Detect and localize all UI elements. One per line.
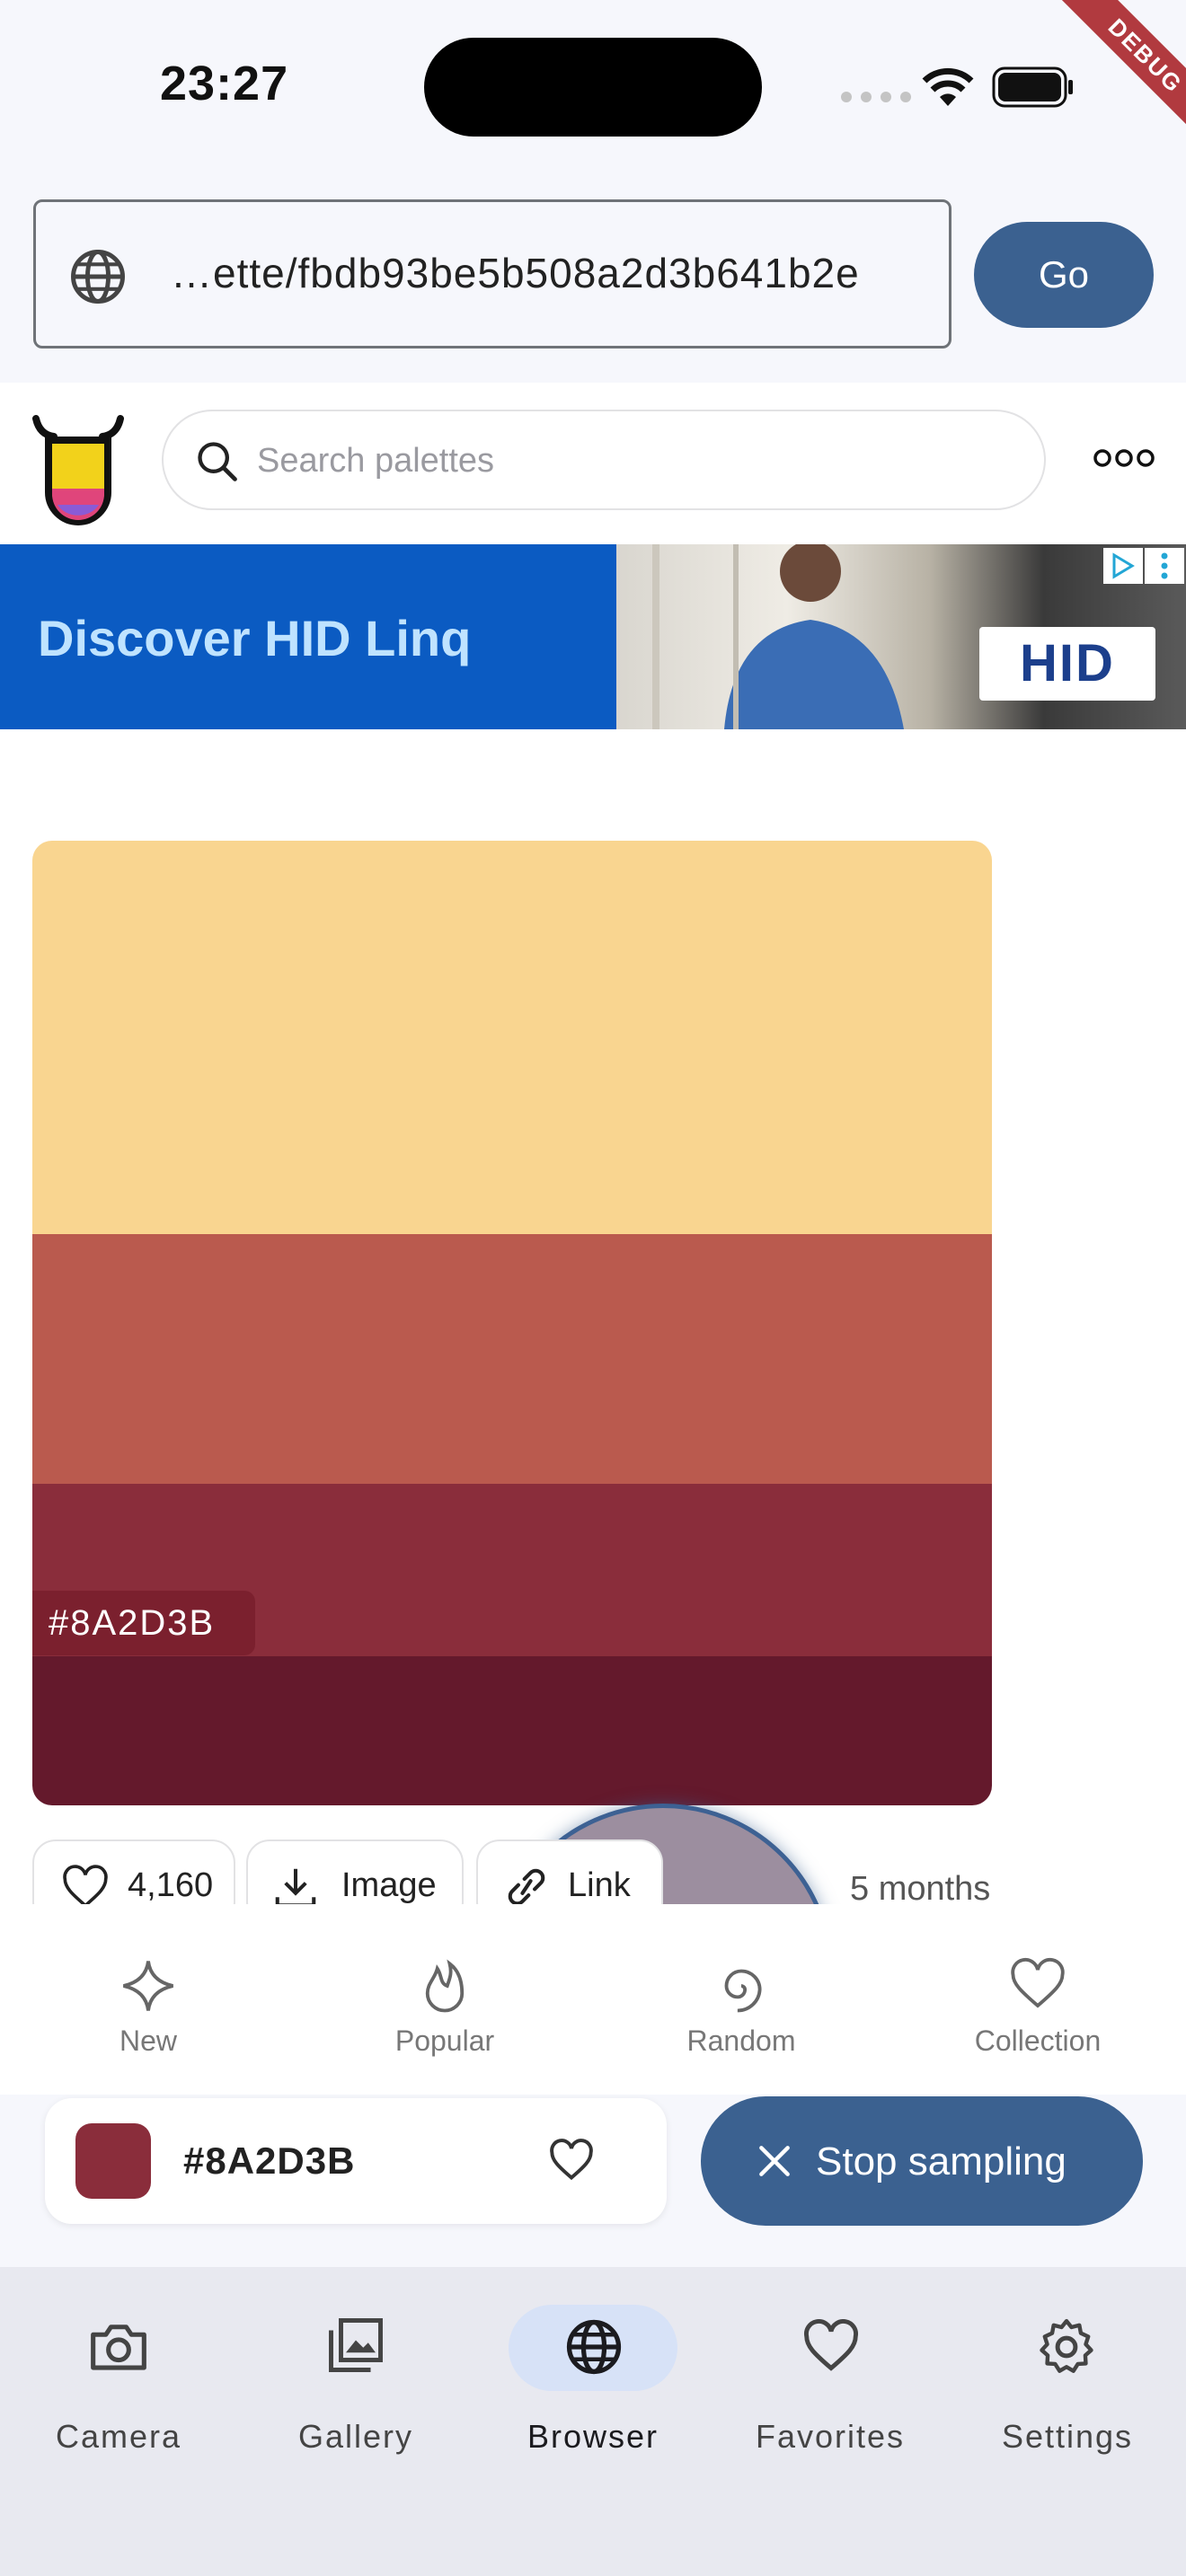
palette-search-input[interactable]: Search palettes <box>162 410 1046 510</box>
download-image-button[interactable]: Image <box>246 1839 464 1913</box>
webview: Search palettes Discover HID Linq HID #8… <box>0 383 1186 1913</box>
favorite-icon[interactable] <box>548 2138 595 2183</box>
tab-random[interactable]: Random <box>593 1904 890 2095</box>
copy-link-button[interactable]: Link <box>476 1839 663 1913</box>
gear-icon <box>1040 2318 1093 2373</box>
nav-gallery[interactable]: Gallery <box>237 2267 474 2483</box>
status-time: 23:27 <box>160 57 289 110</box>
tab-label: Random <box>686 2025 796 2057</box>
gallery-icon <box>329 2318 383 2372</box>
nav-label: Settings <box>1001 2418 1134 2455</box>
like-button[interactable]: 4,160 <box>32 1839 235 1913</box>
go-button[interactable]: Go <box>974 222 1154 328</box>
more-icon[interactable] <box>1093 447 1155 469</box>
tab-popular[interactable]: Popular <box>296 1904 593 2095</box>
globe-icon <box>566 2319 622 2375</box>
like-count: 4,160 <box>128 1866 214 1904</box>
ad-banner[interactable]: Discover HID Linq HID <box>0 544 1186 729</box>
swatch-hex-label: #8A2D3B <box>32 1591 255 1655</box>
link-icon <box>508 1868 545 1906</box>
palette-swatch[interactable] <box>32 841 992 1234</box>
search-icon <box>198 442 237 481</box>
nav-label: Camera <box>55 2418 182 2455</box>
wifi-icon <box>922 67 974 106</box>
nav-browser[interactable]: Browser <box>474 2267 712 2483</box>
palette-swatch[interactable] <box>32 1656 992 1805</box>
tab-label: Collection <box>974 2025 1102 2057</box>
tab-collection[interactable]: Collection <box>890 1904 1186 2095</box>
sparkle-icon <box>123 1961 173 2011</box>
site-tab-bar: New Popular Random Collection <box>0 1904 1186 2095</box>
nav-camera[interactable]: Camera <box>0 2267 237 2483</box>
site-logo-icon[interactable] <box>31 410 126 526</box>
spiral-icon <box>724 1969 762 2013</box>
globe-icon <box>71 250 125 304</box>
image-label: Image <box>341 1866 437 1904</box>
heart-icon <box>1011 1957 1065 2008</box>
tab-new[interactable]: New <box>0 1904 296 2095</box>
heart-icon <box>804 2319 858 2371</box>
nav-favorites[interactable]: Favorites <box>712 2267 949 2483</box>
url-text: …ette/fbdb93be5b508a2d3b641b2e <box>171 250 860 296</box>
url-field[interactable]: …ette/fbdb93be5b508a2d3b641b2e <box>33 199 951 348</box>
heart-icon <box>63 1865 108 1908</box>
camera-icon <box>91 2325 146 2370</box>
nav-label: Gallery <box>297 2418 414 2455</box>
sampled-color-card[interactable]: #8A2D3B <box>45 2098 667 2224</box>
stop-sampling-button[interactable]: Stop sampling <box>701 2096 1143 2226</box>
palette-age: 5 months <box>850 1870 991 1908</box>
ad-brand-logo: HID <box>979 627 1155 701</box>
flame-icon <box>425 1959 465 2013</box>
battery-icon <box>992 66 1073 108</box>
bottom-nav: Camera Gallery Browser Favorites Setting… <box>0 2267 1186 2576</box>
nav-label: Browser <box>527 2418 659 2455</box>
link-label: Link <box>568 1866 631 1904</box>
palette-swatch[interactable] <box>32 1234 992 1484</box>
tab-label: Popular <box>394 2025 495 2057</box>
close-icon <box>759 2146 790 2176</box>
nav-label: Favorites <box>755 2418 906 2455</box>
ad-headline: Discover HID Linq <box>38 610 472 666</box>
palette-preview[interactable] <box>32 841 992 1805</box>
signal-icon <box>841 92 911 102</box>
adchoices-icon[interactable] <box>1103 548 1184 584</box>
dynamic-island <box>424 38 762 137</box>
nav-settings[interactable]: Settings <box>949 2267 1186 2483</box>
sampled-color-swatch <box>75 2123 151 2199</box>
stop-sampling-label: Stop sampling <box>816 2139 1067 2183</box>
ad-photo: HID <box>616 544 1186 729</box>
tab-label: New <box>119 2025 177 2057</box>
sampled-color-hex: #8A2D3B <box>183 2139 356 2182</box>
search-placeholder: Search palettes <box>257 442 495 480</box>
